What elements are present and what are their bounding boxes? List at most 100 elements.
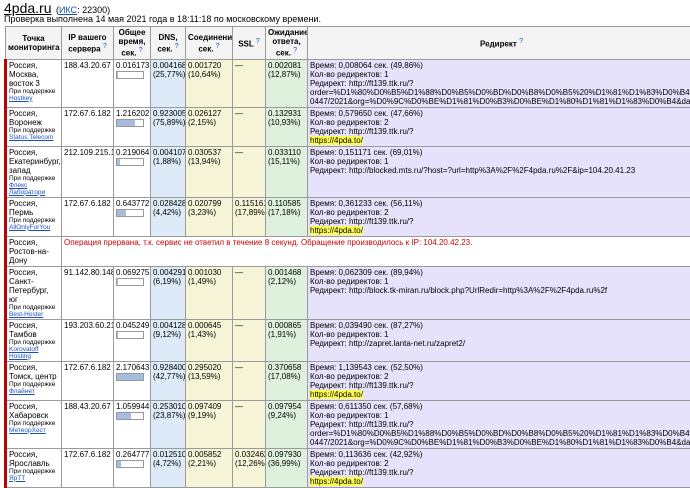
redirect-line: Время: 0,151171 сек. (69,01%) [310, 148, 690, 157]
ssl-cell: — [233, 266, 266, 319]
ssl-cell: 0.115161(17,89%) [233, 197, 266, 236]
support-link[interactable]: Status.Telecom [9, 134, 53, 141]
redirect-cell: Время: 0,008064 сек. (49,86%)Кол-во реди… [308, 59, 690, 107]
dns-cell: 0.028428(4,42%) [151, 197, 186, 236]
table-row: Россия, Москва, восток 3При поддержкеHos… [6, 59, 690, 107]
location-city: Россия, Санкт-Петербург, юг [9, 268, 59, 304]
support-link[interactable]: Флайнет [9, 388, 35, 395]
location-cell: Россия, Санкт-Петербург, югПри поддержке… [6, 266, 62, 319]
location-city: Россия, Екатеринбург, запад [9, 148, 59, 175]
total-time-bar [116, 209, 144, 217]
redirect-line: Кол-во редиректов: 2 [310, 118, 690, 127]
wait-cell: 0.097954(9,24%) [266, 400, 308, 448]
support-label: При поддержкеФлайнет [9, 381, 59, 395]
wait-cell: 0.370658(17,08%) [266, 361, 308, 400]
redirect-target-link[interactable]: https://4pda.to/ [310, 226, 363, 235]
redirect-cell: Время: 0,361233 сек. (56,11%)Кол-во реди… [308, 197, 690, 236]
col-wait: Ожидание ответа, сек. ? [266, 27, 308, 60]
wait-cell: 0.110585(17,18%) [266, 197, 308, 236]
redirect-target-link[interactable]: https://4pda.to/ [310, 390, 363, 399]
ip-cell: 172.67.6.182 [62, 107, 114, 146]
total-time-bar [116, 71, 144, 79]
wait-cell: 0.001468(2,12%) [266, 266, 308, 319]
redirect-cell: Время: 0,062309 сек. (89,94%)Кол-во реди… [308, 266, 690, 319]
support-label: При поддержкеФлекс Лаборатори [9, 175, 59, 196]
info-icon[interactable]: ? [175, 43, 179, 50]
wait-cell: 0.002081(12,87%) [266, 59, 308, 107]
support-link[interactable]: Korovatoff Hosting [9, 346, 39, 360]
col-dns: DNS, сек. ? [151, 27, 186, 60]
support-link[interactable]: ЯрТТ [9, 475, 25, 482]
ssl-cell: 0.032462(12,26%) [233, 448, 266, 487]
ssl-cell: — [233, 59, 266, 107]
connect-cell: 0.001030(1,49%) [186, 266, 233, 319]
support-link[interactable]: Hostkey [9, 95, 32, 102]
ip-cell: 172.67.6.182 [62, 361, 114, 400]
location-cell: Россия, Томск, центрПри поддержкеФлайнет [6, 361, 62, 400]
support-link[interactable]: AllOnlyForYou [9, 224, 50, 231]
support-link[interactable]: Best-Hoster [9, 311, 43, 318]
connect-cell: 0.030537(13,94%) [186, 146, 233, 197]
total-time-bar-fill [117, 461, 121, 467]
redirect-line: Время: 0,039490 сек. (87,27%) [310, 321, 690, 330]
table-row: Россия, ПермьПри поддержкеAllOnlyForYou1… [6, 197, 690, 236]
redirect-line: Кол-во редиректов: 1 [310, 277, 690, 286]
location-city: Россия, Москва, восток 3 [9, 61, 59, 88]
table-row: Россия, ЯрославльПри поддержкеЯрТТ172.67… [6, 448, 690, 487]
dns-cell: 0.004128(9,12%) [151, 319, 186, 361]
table-row: Россия, ХабаровскПри поддержкеМетеорХост… [6, 400, 690, 448]
location-city: Россия, Тамбов [9, 321, 59, 339]
col-redirect: Редирект ? [308, 27, 690, 60]
ip-cell: 193.203.60.21 [62, 319, 114, 361]
total-time-bar [116, 331, 144, 339]
dns-cell: 0.004168(25,77%) [151, 59, 186, 107]
redirect-line: Кол-во редиректов: 2 [310, 208, 690, 217]
check-timestamp: Проверка выполнена 14 мая 2021 года в 18… [4, 14, 321, 24]
connect-cell: 0.295020(13,59%) [186, 361, 233, 400]
redirect-line: 0447/2021&org=%D0%9C%D0%BE%D1%81%D0%B3%D… [310, 97, 690, 106]
total-time-bar [116, 412, 144, 420]
redirect-line: Редирект: http://ft139.ttk.ru/? [310, 381, 690, 390]
info-icon[interactable]: ? [293, 47, 297, 54]
redirect-line: Редирект: http://blocked.mts.ru/?host=?u… [310, 166, 690, 175]
redirect-target-link[interactable]: https://4pda.to/ [310, 477, 363, 486]
redirect-line: Время: 1,139543 сек. (52,50%) [310, 363, 690, 372]
redirect-line: Редирект: http://ft139.ttk.ru/? [310, 79, 690, 88]
redirect-line: Редирект: http://ft139.ttk.ru/? [310, 420, 690, 429]
location-city: Россия, Ростов-на-Дону [9, 238, 59, 265]
redirect-line: 0447/2021&org=%D0%9C%D0%BE%D1%81%D0%B3%D… [310, 438, 690, 447]
table-row: Россия, Санкт-Петербург, югПри поддержке… [6, 266, 690, 319]
total-time-bar [116, 278, 144, 286]
col-ssl: SSL ? [233, 27, 266, 60]
total-time-cell: 1.059944 [114, 400, 151, 448]
total-time-bar-fill [117, 279, 118, 285]
support-label: При поддержкеHostkey [9, 88, 59, 102]
redirect-target-link[interactable]: https://4pda.to/ [310, 136, 363, 145]
location-cell: Россия, ВоронежПри поддержкеStatus.Telec… [6, 107, 62, 146]
location-cell: Россия, Москва, восток 3При поддержкеHos… [6, 59, 62, 107]
total-time-bar-fill [117, 210, 126, 216]
redirect-cell: Время: 0,151171 сек. (69,01%)Кол-во реди… [308, 146, 690, 197]
total-time-bar-fill [117, 120, 135, 126]
location-cell: Россия, Ростов-на-Дону [6, 236, 62, 266]
redirect-line: Время: 0,579650 сек. (47,66%) [310, 109, 690, 118]
total-time-cell: 2.170643 [114, 361, 151, 400]
support-link[interactable]: МетеорХост [9, 427, 46, 434]
total-time-cell: 0.045249 [114, 319, 151, 361]
support-label: При поддержкеKorovatoff Hosting [9, 339, 59, 360]
redirect-line: Время: 0,361233 сек. (56,11%) [310, 199, 690, 208]
support-label: При поддержкеМетеорХост [9, 420, 59, 434]
total-time-bar [116, 158, 144, 166]
info-icon[interactable]: ? [216, 43, 220, 50]
connect-cell: 0.020799(3,23%) [186, 197, 233, 236]
redirect-line: Редирект: http://ft139.ttk.ru/? [310, 127, 690, 136]
table-row: Россия, Ростов-на-ДонуОперация прервана,… [6, 236, 690, 266]
info-icon[interactable]: ? [256, 38, 260, 45]
redirect-line: Время: 0,113636 сек. (42,92%) [310, 450, 690, 459]
info-icon[interactable]: ? [519, 38, 523, 45]
support-link[interactable]: Флекс Лаборатори [9, 182, 45, 196]
redirect-line: Редирект: http://ft139.ttk.ru/? [310, 468, 690, 477]
ip-cell: 172.67.6.182 [62, 197, 114, 236]
info-icon[interactable]: ? [103, 43, 107, 50]
info-icon[interactable]: ? [139, 47, 143, 54]
